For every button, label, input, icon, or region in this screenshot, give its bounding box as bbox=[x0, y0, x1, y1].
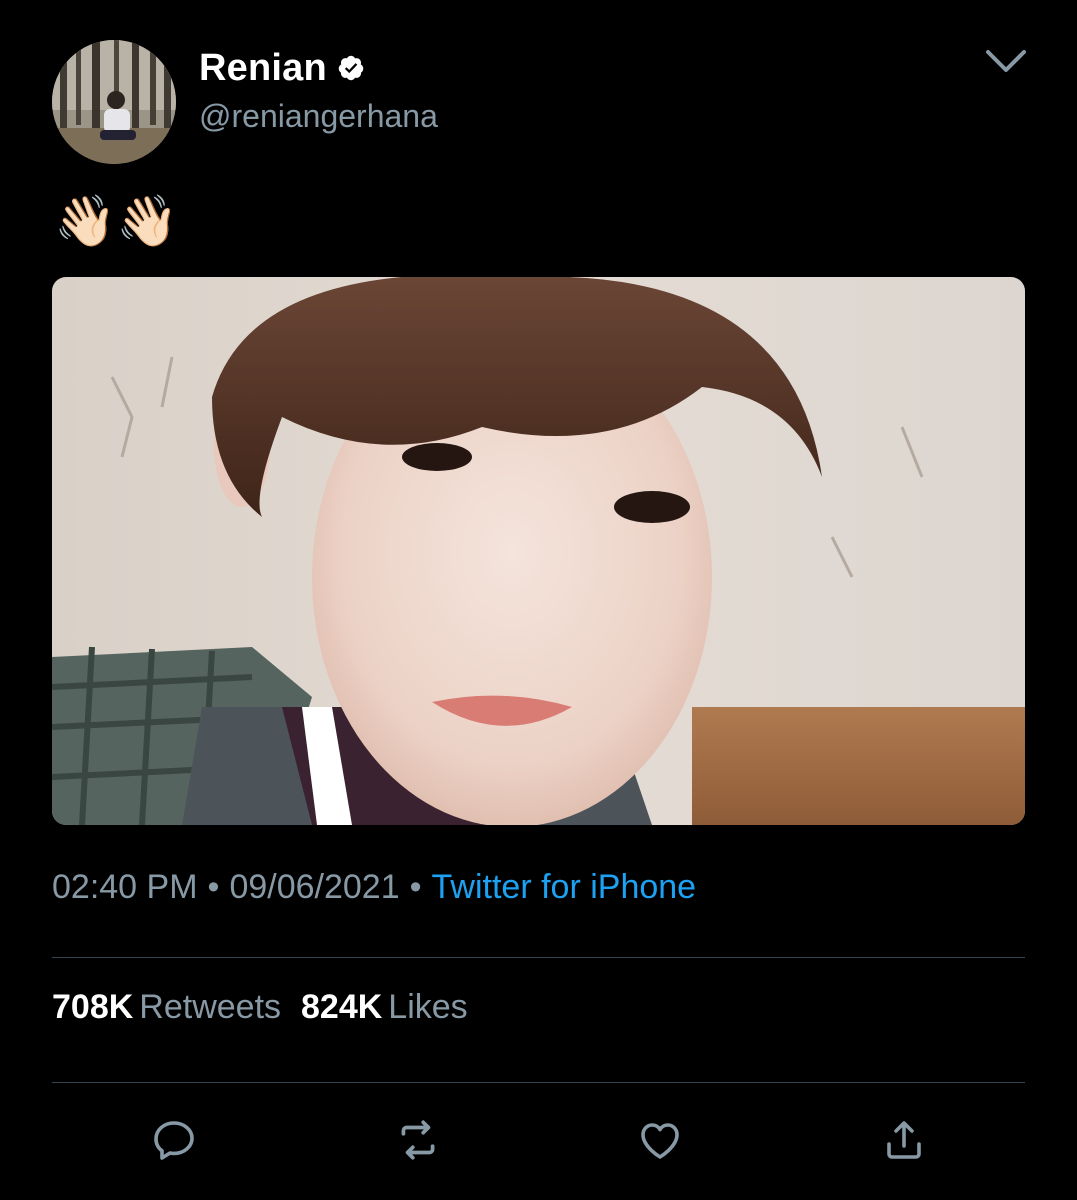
display-name[interactable]: Renian bbox=[199, 47, 327, 90]
likes-label[interactable]: Likes bbox=[388, 988, 467, 1026]
action-bar bbox=[0, 1112, 1077, 1168]
tweet-date: 09/06/2021 bbox=[229, 868, 400, 906]
verified-badge-icon bbox=[337, 54, 365, 82]
tweet-photo[interactable] bbox=[52, 277, 1025, 825]
tweet-source-link[interactable]: Twitter for iPhone bbox=[432, 868, 697, 906]
divider bbox=[52, 1082, 1025, 1083]
tweet-time: 02:40 PM bbox=[52, 868, 198, 906]
reply-icon[interactable] bbox=[146, 1112, 202, 1168]
tweet-text: 👋🏻👋🏻 bbox=[54, 193, 179, 249]
retweet-icon[interactable] bbox=[390, 1112, 446, 1168]
heart-icon[interactable] bbox=[632, 1112, 688, 1168]
divider bbox=[52, 957, 1025, 958]
meta-separator: • bbox=[207, 868, 220, 906]
retweets-label[interactable]: Retweets bbox=[139, 988, 281, 1026]
likes-count[interactable]: 824K bbox=[301, 988, 382, 1026]
share-icon[interactable] bbox=[876, 1112, 932, 1168]
retweets-count[interactable]: 708K bbox=[52, 988, 133, 1026]
user-handle[interactable]: @reniangerhana bbox=[199, 98, 438, 135]
tweet-stats: 708K Retweets 824K Likes bbox=[52, 988, 468, 1027]
meta-separator: • bbox=[409, 868, 422, 906]
chevron-down-icon[interactable] bbox=[984, 44, 1028, 76]
tweet-meta: 02:40 PM • 09/06/2021 • Twitter for iPhone bbox=[52, 868, 696, 907]
avatar[interactable] bbox=[52, 40, 176, 164]
